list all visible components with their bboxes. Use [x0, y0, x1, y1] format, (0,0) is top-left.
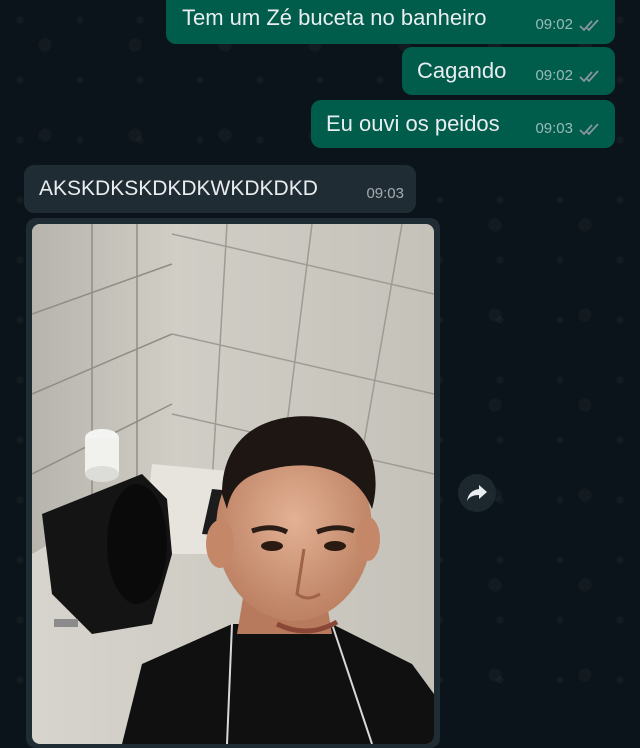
forward-button[interactable] — [458, 474, 496, 512]
message-meta: 09:02 — [535, 12, 601, 38]
double-check-icon — [579, 70, 599, 83]
message-meta: 09:03 — [366, 181, 404, 207]
message-meta: 09:02 — [535, 63, 601, 89]
photo-image[interactable] — [32, 224, 434, 744]
message-outgoing[interactable]: Cagando 09:02 — [402, 47, 615, 95]
message-text: AKSKDKSKDKDKWKDKDKD — [39, 177, 318, 200]
message-time: 09:03 — [535, 120, 573, 137]
message-text: Cagando — [417, 58, 507, 83]
double-check-icon — [579, 123, 599, 136]
message-text: Tem um Zé buceta no banheiro — [182, 5, 487, 30]
selfie-photo — [32, 224, 434, 744]
double-check-icon — [579, 19, 599, 32]
message-outgoing[interactable]: Eu ouvi os peidos 09:03 — [311, 100, 615, 148]
forward-icon — [467, 485, 487, 501]
message-time: 09:02 — [535, 67, 573, 84]
message-meta: 09:03 — [535, 116, 601, 142]
photo-message[interactable] — [26, 218, 440, 748]
message-outgoing[interactable]: Tem um Zé buceta no banheiro 09:02 — [166, 0, 615, 44]
message-time: 09:03 — [366, 185, 404, 202]
message-time: 09:02 — [535, 16, 573, 33]
message-text: Eu ouvi os peidos — [326, 111, 500, 136]
message-incoming[interactable]: AKSKDKSKDKDKWKDKDKD 09:03 — [24, 165, 416, 213]
